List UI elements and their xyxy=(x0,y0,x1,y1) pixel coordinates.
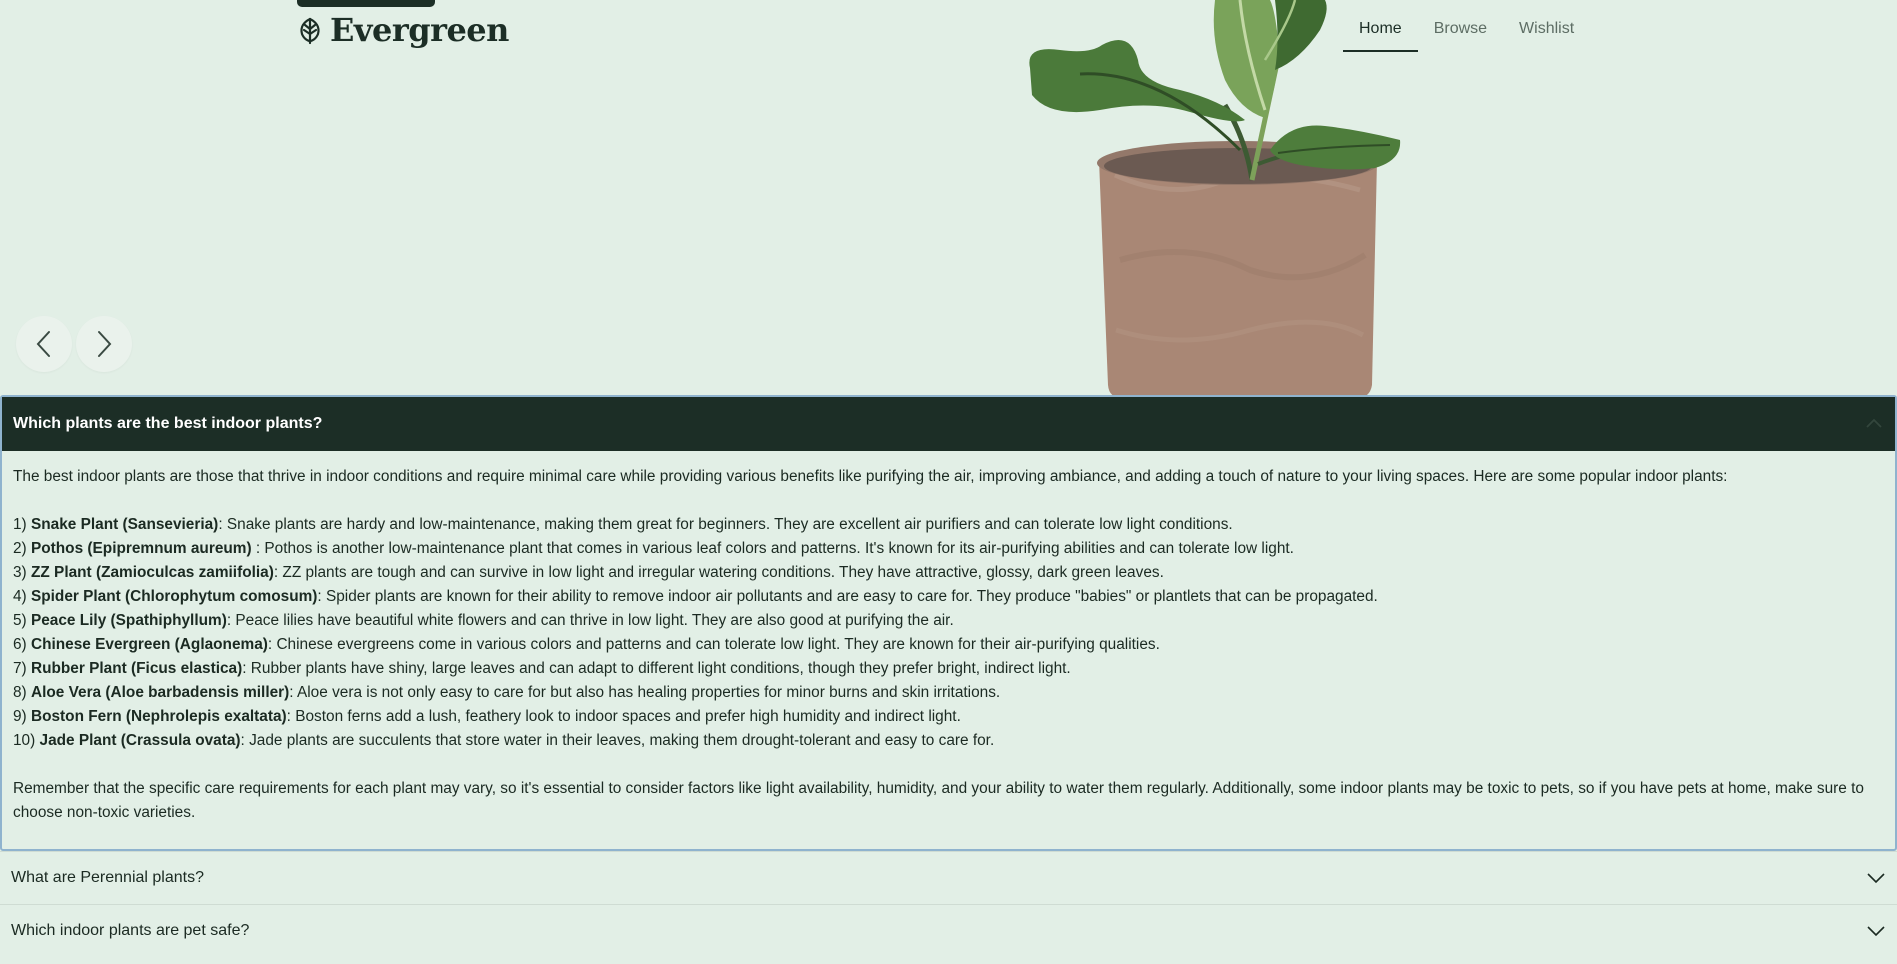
plant-list-item: 2) Pothos (Epipremnum aureum) : Pothos i… xyxy=(13,537,1884,561)
plant-number: 1) xyxy=(13,516,27,533)
plant-description: : Snake plants are hardy and low-mainten… xyxy=(218,516,1233,533)
plant-list-item: 1) Snake Plant (Sansevieria): Snake plan… xyxy=(13,513,1884,537)
chevron-left-icon xyxy=(36,331,50,357)
plant-name: Peace Lily (Spathiphyllum) xyxy=(30,612,227,629)
plant-number: 3) xyxy=(13,564,27,581)
chevron-right-icon xyxy=(98,331,112,357)
plant-name: Chinese Evergreen (Aglaonema) xyxy=(30,636,268,653)
chevron-up-icon xyxy=(1866,418,1882,428)
plant-number: 6) xyxy=(13,636,27,653)
plant-name: Snake Plant (Sansevieria) xyxy=(30,516,219,533)
chevron-down-icon xyxy=(1867,926,1885,937)
faq-item-perennial[interactable]: What are Perennial plants? xyxy=(0,851,1897,904)
plant-list-item: 6) Chinese Evergreen (Aglaonema): Chines… xyxy=(13,633,1884,657)
plant-name: ZZ Plant (Zamioculcas zamiifolia) xyxy=(30,564,274,581)
chevron-down-icon xyxy=(1867,873,1885,884)
answer-outro: Remember that the specific care requirem… xyxy=(13,780,1864,821)
plant-name: Boston Fern (Nephrolepis exaltata) xyxy=(30,708,287,725)
faq-item-open: Which plants are the best indoor plants?… xyxy=(0,395,1897,851)
faq-item-pet-safe[interactable]: Which indoor plants are pet safe? xyxy=(0,904,1897,957)
plant-description: : Rubber plants have shiny, large leaves… xyxy=(242,660,1071,677)
faq-accordion: Which plants are the best indoor plants?… xyxy=(0,395,1897,957)
plant-name: Jade Plant (Crassula ovata) xyxy=(39,732,241,749)
plant-list-item: 9) Boston Fern (Nephrolepis exaltata): B… xyxy=(13,705,1884,729)
potted-plant-illustration xyxy=(1029,0,1401,395)
plant-list-item: 7) Rubber Plant (Ficus elastica): Rubber… xyxy=(13,657,1884,681)
plant-list-item: 4) Spider Plant (Chlorophytum comosum): … xyxy=(13,585,1884,609)
plant-description: : Spider plants are known for their abil… xyxy=(317,588,1378,605)
plant-number: 9) xyxy=(13,708,27,725)
plant-description: : Aloe vera is not only easy to care for… xyxy=(289,684,1001,701)
plant-list-item: 5) Peace Lily (Spathiphyllum): Peace lil… xyxy=(13,609,1884,633)
leaf-icon xyxy=(300,17,320,45)
carousel-prev-button[interactable] xyxy=(16,316,72,372)
plant-description: : Pothos is another low-maintenance plan… xyxy=(251,540,1294,557)
plant-number: 2) xyxy=(13,540,27,557)
logo[interactable]: Evergreen xyxy=(296,10,509,50)
plant-number: 10) xyxy=(13,732,36,749)
plant-name: Rubber Plant (Ficus elastica) xyxy=(30,660,243,677)
nav-wishlist[interactable]: Wishlist xyxy=(1503,12,1590,52)
plant-description: : ZZ plants are tough and can survive in… xyxy=(273,564,1164,581)
plant-name: Pothos (Epipremnum aureum) xyxy=(30,540,252,557)
faq-question: Which indoor plants are pet safe? xyxy=(11,922,250,939)
plant-number: 7) xyxy=(13,660,27,677)
top-bar-stub xyxy=(297,0,435,7)
plant-description: : Boston ferns add a lush, feathery look… xyxy=(286,708,961,725)
plant-list-item: 3) ZZ Plant (Zamioculcas zamiifolia): ZZ… xyxy=(13,561,1884,585)
carousel-next-button[interactable] xyxy=(76,316,132,372)
plant-description: : Jade plants are succulents that store … xyxy=(240,732,995,749)
plant-description: : Chinese evergreens come in various col… xyxy=(267,636,1160,653)
plant-number: 4) xyxy=(13,588,27,605)
plant-list: 1) Snake Plant (Sansevieria): Snake plan… xyxy=(13,513,1884,753)
plant-list-item: 8) Aloe Vera (Aloe barbadensis miller): … xyxy=(13,681,1884,705)
brand-name: Evergreen xyxy=(330,11,509,49)
faq-question-button[interactable]: Which plants are the best indoor plants? xyxy=(2,397,1895,451)
nav-browse[interactable]: Browse xyxy=(1418,12,1503,52)
plant-number: 5) xyxy=(13,612,27,629)
hero-banner: Evergreen Home Browse Wishlist xyxy=(0,0,1897,395)
plant-name: Aloe Vera (Aloe barbadensis miller) xyxy=(30,684,290,701)
plant-description: : Peace lilies have beautiful white flow… xyxy=(226,612,954,629)
faq-question: Which plants are the best indoor plants? xyxy=(13,415,323,432)
plant-number: 8) xyxy=(13,684,27,701)
plant-list-item: 10) Jade Plant (Crassula ovata): Jade pl… xyxy=(13,729,1884,753)
faq-answer: The best indoor plants are those that th… xyxy=(2,451,1895,849)
plant-name: Spider Plant (Chlorophytum comosum) xyxy=(30,588,318,605)
faq-question: What are Perennial plants? xyxy=(11,869,204,886)
answer-intro: The best indoor plants are those that th… xyxy=(13,468,1728,485)
